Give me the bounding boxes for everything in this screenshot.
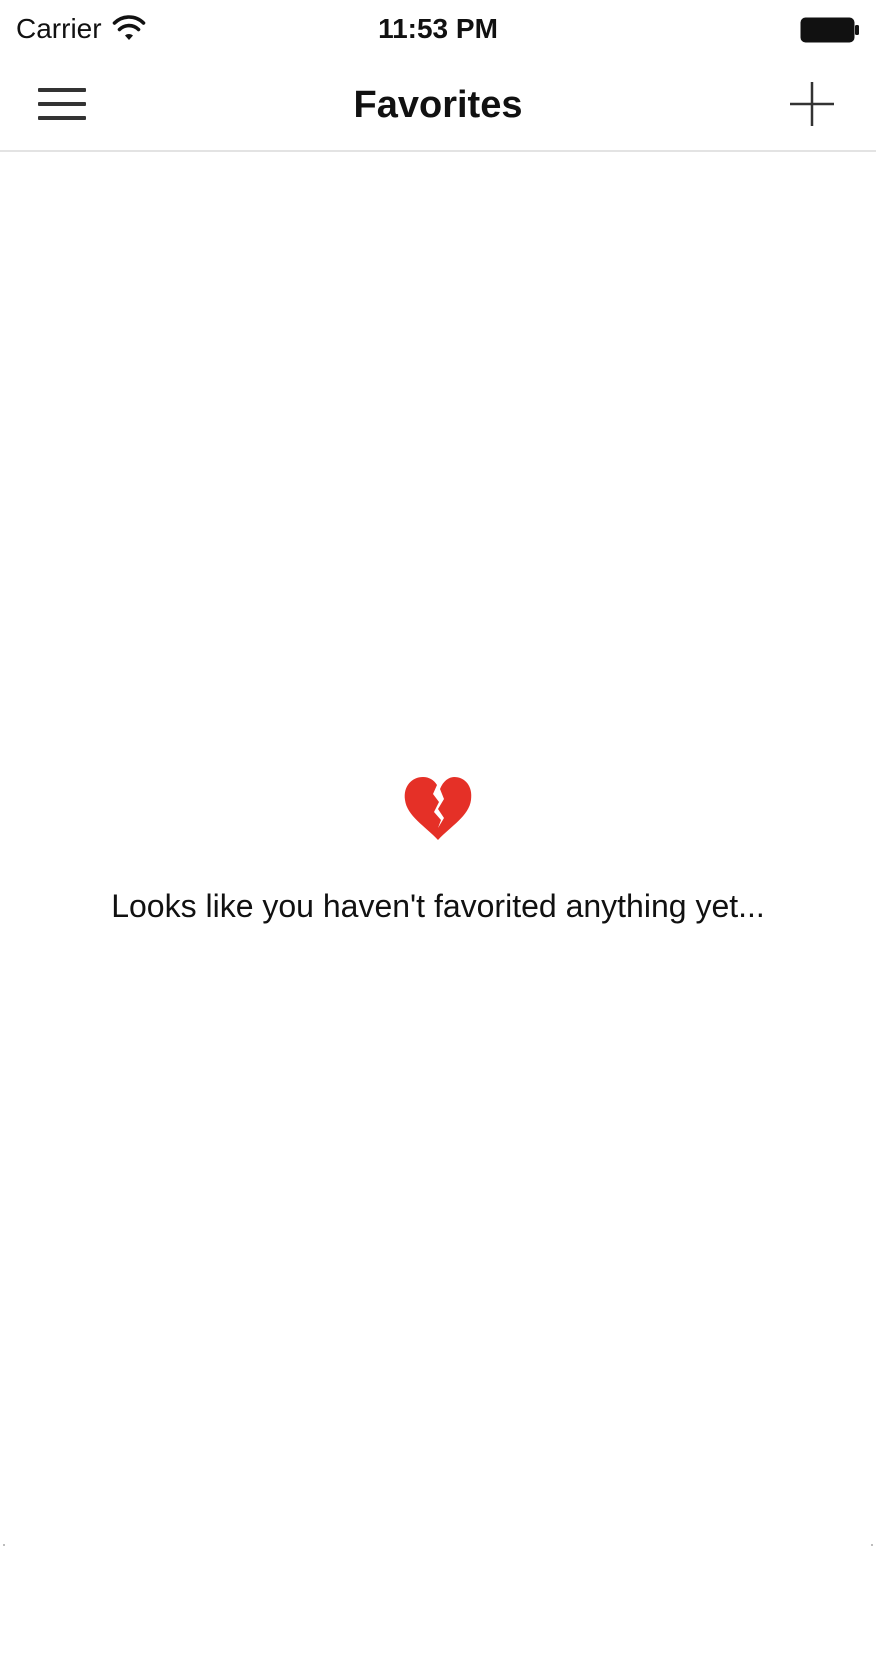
battery-full-icon (800, 17, 859, 43)
broken-heart-icon (404, 777, 472, 840)
empty-state-message: Looks like you haven't favorited anythin… (111, 888, 765, 924)
plus-icon (790, 82, 834, 126)
divider-dot (871, 1544, 873, 1546)
status-time: 11:53 PM (378, 13, 498, 44)
navigation-bar: Favorites (0, 60, 876, 152)
menu-button[interactable] (28, 74, 96, 134)
divider-dot (3, 1544, 5, 1546)
add-button[interactable] (780, 72, 844, 136)
status-bar: Carrier 11:53 PM (0, 0, 876, 60)
page-title: Favorites (353, 84, 523, 126)
